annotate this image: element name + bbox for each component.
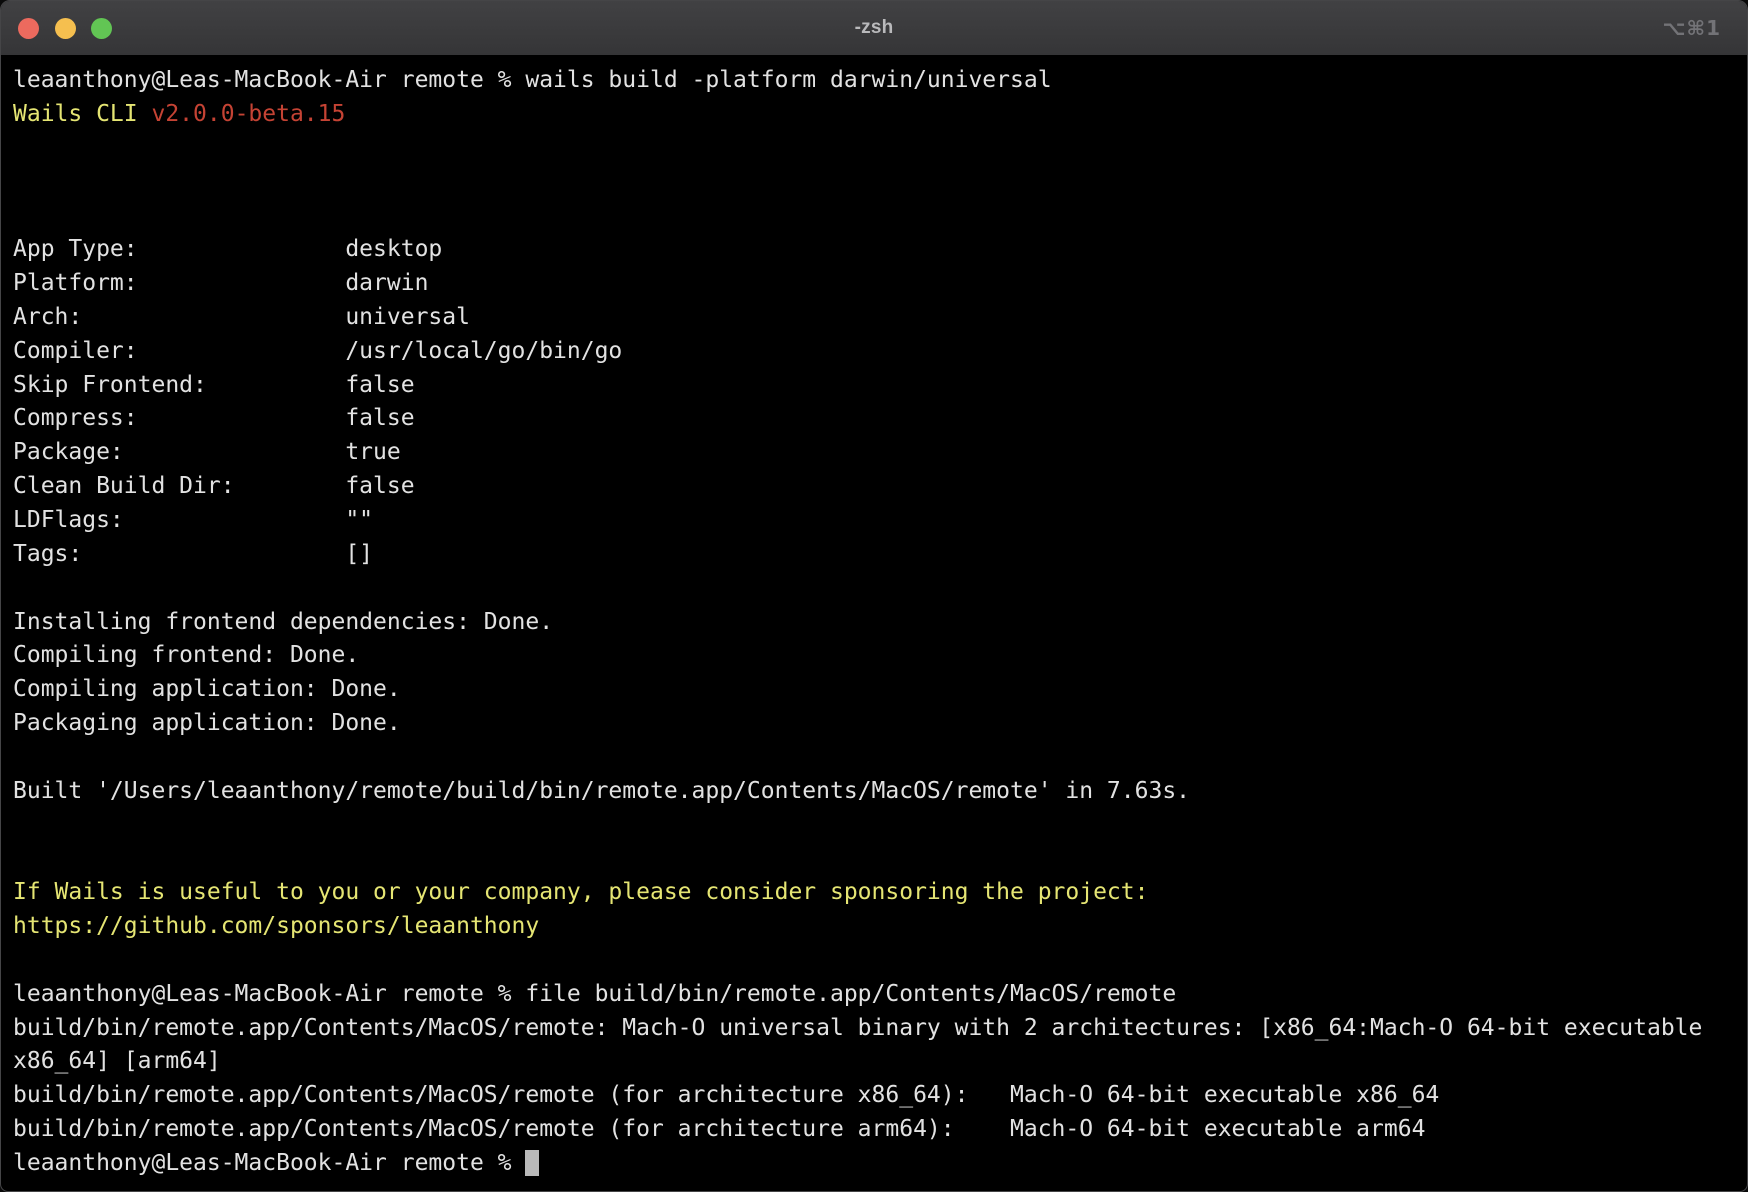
terminal-line	[13, 741, 1747, 775]
terminal-line: leaanthony@Leas-MacBook-Air remote % fil…	[13, 978, 1747, 1012]
terminal-line: Compiling frontend: Done.	[13, 639, 1747, 673]
terminal-text-segment: v2.0.0-beta.15	[151, 101, 345, 127]
terminal-line: Platform: darwin	[13, 267, 1747, 301]
terminal-line: leaanthony@Leas-MacBook-Air remote %	[13, 1147, 1747, 1181]
window-shortcut-badge: ⌥⌘1	[1662, 16, 1721, 40]
terminal-line: Compiler: /usr/local/go/bin/go	[13, 335, 1747, 369]
window-titlebar[interactable]: -zsh ⌥⌘1	[1, 1, 1747, 56]
background-window-artifact: FE AVEVEAAGEVVAEET E	[431, 1182, 991, 1190]
terminal-line	[13, 199, 1747, 233]
terminal-line: Clean Build Dir: false	[13, 470, 1747, 504]
terminal-window: -zsh ⌥⌘1 leaanthony@Leas-MacBook-Air rem…	[0, 0, 1748, 1192]
terminal-line: Package: true	[13, 436, 1747, 470]
terminal-text-segment: Compiling frontend: Done.	[13, 642, 359, 668]
terminal-line: Installing frontend dependencies: Done.	[13, 606, 1747, 640]
terminal-text-segment: Compiling application: Done.	[13, 676, 401, 702]
terminal-text-segment: Platform: darwin	[13, 270, 428, 296]
terminal-text-segment: Installing frontend dependencies: Done.	[13, 609, 553, 635]
terminal-text-segment: If Wails is useful to you or your compan…	[13, 879, 1148, 905]
terminal-text-segment: Packaging application: Done.	[13, 710, 401, 736]
terminal-text-segment: Skip Frontend: false	[13, 372, 415, 398]
close-button[interactable]	[18, 18, 39, 39]
terminal-text-segment: Built '/Users/leaanthony/remote/build/bi…	[13, 778, 1190, 804]
terminal-text-segment: Clean Build Dir: false	[13, 473, 415, 499]
terminal-line: LDFlags: ""	[13, 504, 1747, 538]
terminal-text-segment: leaanthony@Leas-MacBook-Air remote % fil…	[13, 981, 1176, 1007]
terminal-line: x86_64] [arm64]	[13, 1045, 1747, 1079]
minimize-button[interactable]	[55, 18, 76, 39]
terminal-text-segment: Compiler: /usr/local/go/bin/go	[13, 338, 622, 364]
terminal-text-segment: leaanthony@Leas-MacBook-Air remote % wai…	[13, 67, 1052, 93]
terminal-line: App Type: desktop	[13, 233, 1747, 267]
terminal-line: If Wails is useful to you or your compan…	[13, 876, 1747, 910]
terminal-line	[13, 572, 1747, 606]
traffic-lights	[18, 18, 112, 39]
terminal-line: build/bin/remote.app/Contents/MacOS/remo…	[13, 1079, 1747, 1113]
terminal-text-segment: build/bin/remote.app/Contents/MacOS/remo…	[13, 1015, 1702, 1041]
terminal-text-segment: leaanthony@Leas-MacBook-Air remote %	[13, 1150, 525, 1176]
terminal-line	[13, 809, 1747, 843]
terminal-line	[13, 132, 1747, 166]
terminal-line	[13, 842, 1747, 876]
terminal-text-segment: Package: true	[13, 439, 401, 465]
terminal-text-segment: Tags: []	[13, 541, 373, 567]
terminal-line: Arch: universal	[13, 301, 1747, 335]
terminal-line: Compress: false	[13, 402, 1747, 436]
terminal-text-segment: build/bin/remote.app/Contents/MacOS/remo…	[13, 1116, 1425, 1142]
terminal-line: Built '/Users/leaanthony/remote/build/bi…	[13, 775, 1747, 809]
terminal-text-segment: Compress: false	[13, 405, 415, 431]
terminal-line	[13, 944, 1747, 978]
terminal-line: Wails CLI v2.0.0-beta.15	[13, 98, 1747, 132]
terminal-cursor	[525, 1150, 539, 1176]
window-title: -zsh	[855, 17, 894, 39]
terminal-line: build/bin/remote.app/Contents/MacOS/remo…	[13, 1113, 1747, 1147]
terminal-text-segment: Arch: universal	[13, 304, 470, 330]
terminal-line: leaanthony@Leas-MacBook-Air remote % wai…	[13, 64, 1747, 98]
terminal-line: https://github.com/sponsors/leaanthony	[13, 910, 1747, 944]
terminal-line	[13, 166, 1747, 200]
terminal-text-segment: Wails CLI	[13, 101, 151, 127]
zoom-button[interactable]	[91, 18, 112, 39]
terminal-text-segment: LDFlags: ""	[13, 507, 373, 533]
terminal-text-segment: build/bin/remote.app/Contents/MacOS/remo…	[13, 1082, 1439, 1108]
terminal-text-segment: x86_64] [arm64]	[13, 1048, 221, 1074]
terminal-text-segment: https://github.com/sponsors/leaanthony	[13, 913, 539, 939]
terminal-text-segment: App Type: desktop	[13, 236, 442, 262]
terminal-line: Compiling application: Done.	[13, 673, 1747, 707]
terminal-line: Skip Frontend: false	[13, 369, 1747, 403]
terminal-line: Tags: []	[13, 538, 1747, 572]
terminal-line: Packaging application: Done.	[13, 707, 1747, 741]
terminal-output[interactable]: leaanthony@Leas-MacBook-Air remote % wai…	[1, 56, 1747, 1181]
terminal-line: build/bin/remote.app/Contents/MacOS/remo…	[13, 1012, 1747, 1046]
